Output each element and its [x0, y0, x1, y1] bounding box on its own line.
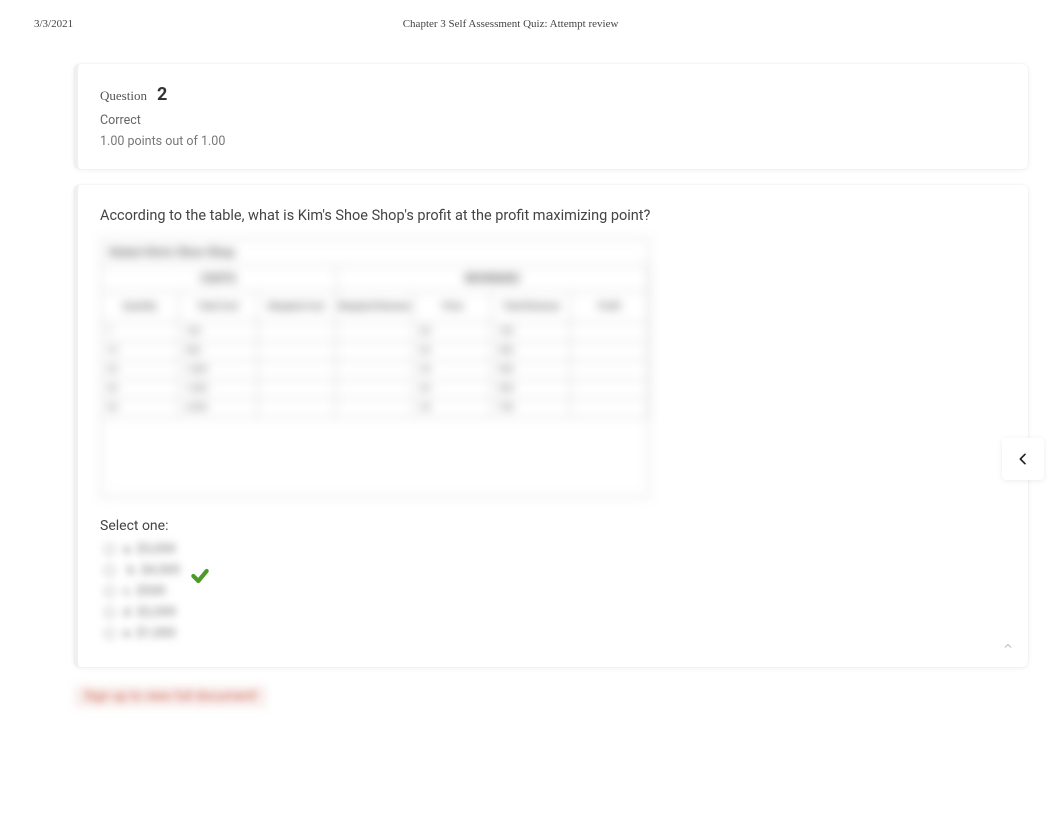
- table-row: 301,50040900: [101, 380, 649, 399]
- table-sub-header: Quantity: [101, 292, 179, 322]
- signup-row: Sign up to view full document!: [74, 685, 1028, 708]
- correct-check-icon: [190, 566, 210, 590]
- table-row: 110050100: [101, 323, 649, 342]
- page-header: 3/3/2021 Chapter 3 Self Assessment Quiz:…: [0, 0, 1062, 30]
- option-label: e. $1,000: [123, 626, 176, 641]
- data-table-blurred: Kalani Kim's Shoe Shop COSTS REVENUES Qu…: [100, 238, 650, 498]
- table-sub-header: Profit: [571, 292, 649, 322]
- prev-page-button[interactable]: [1002, 438, 1044, 480]
- question-status: Correct: [100, 113, 1006, 128]
- table-row: 1050050500: [101, 342, 649, 361]
- answer-option[interactable]: b. $4,500: [104, 563, 1006, 578]
- table-group-header: COSTS: [101, 266, 337, 291]
- question-number: 2: [157, 84, 167, 105]
- question-meta-card: Question 2 Correct 1.00 points out of 1.…: [74, 64, 1028, 169]
- answer-option[interactable]: c. $500: [104, 584, 1006, 599]
- option-label: a. $3,000: [123, 542, 176, 557]
- question-line: Question 2: [100, 84, 1006, 105]
- option-label: c. $500: [123, 584, 166, 599]
- table-sub-header: Marginal Cost: [258, 292, 336, 322]
- table-sub-header: Total Revenue: [492, 292, 570, 322]
- radio-icon: [104, 607, 115, 618]
- answer-option[interactable]: d. $2,000: [104, 605, 1006, 620]
- table-group-headers: COSTS REVENUES: [101, 266, 649, 292]
- collapse-caret-icon[interactable]: [1002, 640, 1014, 655]
- table-group-header: REVENUES: [337, 266, 649, 291]
- radio-icon: [104, 544, 115, 555]
- option-label: d. $2,000: [123, 605, 176, 620]
- answer-option[interactable]: e. $1,000: [104, 626, 1006, 641]
- radio-icon: [104, 628, 115, 639]
- table-title: Kalani Kim's Shoe Shop: [101, 239, 649, 266]
- table-sub-header: Price: [414, 292, 492, 322]
- question-label: Question: [100, 88, 147, 104]
- question-content-card: According to the table, what is Kim's Sh…: [74, 185, 1028, 667]
- table-sub-headers: Quantity Total Cost Marginal Cost Margin…: [101, 292, 649, 323]
- table-row: 402,00035700: [101, 399, 649, 418]
- question-prompt: According to the table, what is Kim's Sh…: [100, 207, 1006, 224]
- options-wrap: a. $3,000 b. $4,500 c. $500 d. $2,000 e.…: [100, 542, 1006, 641]
- answer-options-blurred: a. $3,000 b. $4,500 c. $500 d. $2,000 e.…: [100, 542, 1006, 641]
- chevron-left-icon: [1015, 451, 1031, 467]
- signup-button[interactable]: Sign up to view full document!: [74, 685, 267, 708]
- table-sub-header: Marginal Revenue: [336, 292, 414, 322]
- select-one-label: Select one:: [100, 518, 1006, 534]
- header-title: Chapter 3 Self Assessment Quiz: Attempt …: [0, 18, 1028, 30]
- radio-icon: [104, 586, 115, 597]
- radio-icon: [104, 565, 115, 576]
- answer-option[interactable]: a. $3,000: [104, 542, 1006, 557]
- option-label: b. $4,500: [127, 563, 180, 578]
- table-sub-header: Total Cost: [179, 292, 257, 322]
- table-row: 201,00045900: [101, 361, 649, 380]
- question-points: 1.00 points out of 1.00: [100, 134, 1006, 149]
